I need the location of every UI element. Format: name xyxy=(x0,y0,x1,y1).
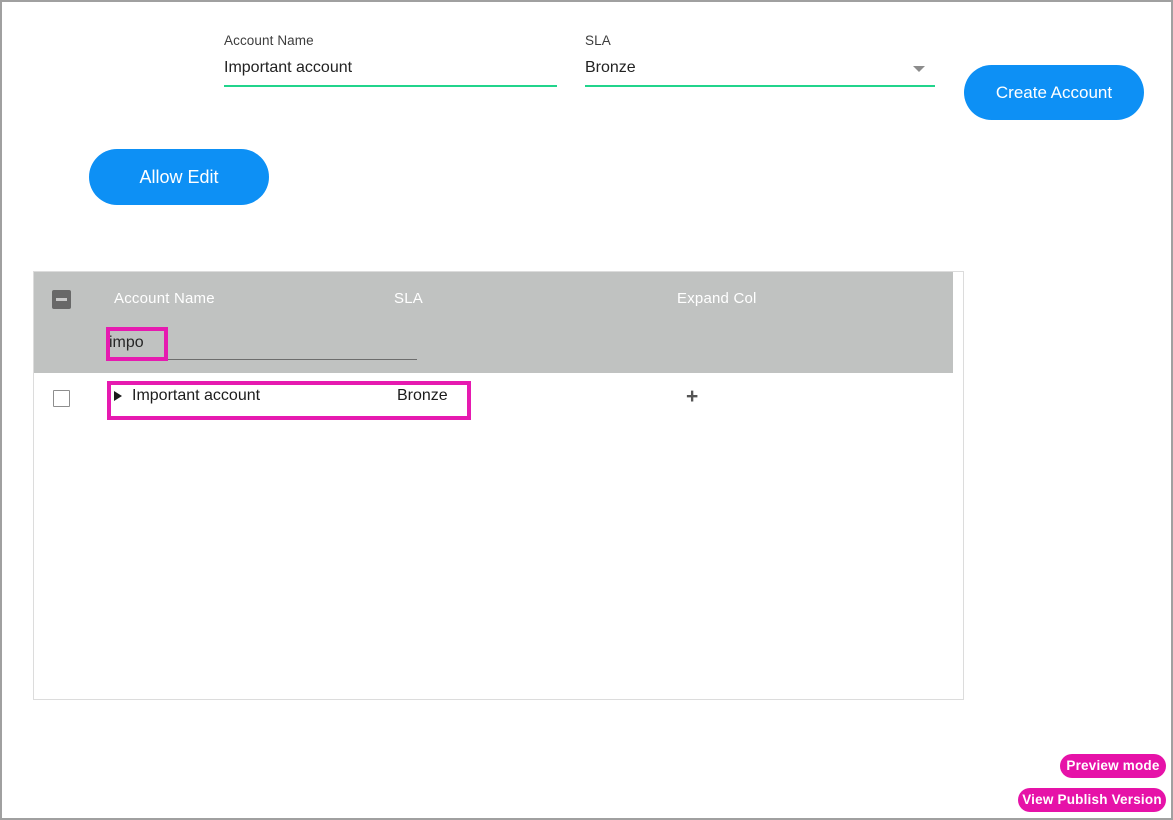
create-account-button[interactable]: Create Account xyxy=(964,65,1144,120)
cell-account-name: Important account xyxy=(114,387,260,405)
sla-select-wrap[interactable]: Bronze xyxy=(585,55,935,87)
account-name-input[interactable] xyxy=(224,55,557,85)
table-row[interactable]: Important account Bronze + xyxy=(34,373,963,425)
sla-field-group: SLA Bronze xyxy=(585,32,935,87)
column-header-expand-col[interactable]: Expand Col xyxy=(677,290,757,307)
expand-col-plus-icon[interactable]: + xyxy=(686,385,698,409)
account-name-label: Account Name xyxy=(224,33,314,48)
column-header-account-name[interactable]: Account Name xyxy=(114,290,215,307)
app-canvas: Account Name SLA Bronze Create Account A… xyxy=(0,0,1173,820)
account-name-field-group: Account Name xyxy=(224,32,557,87)
sla-selected-value[interactable]: Bronze xyxy=(585,55,935,85)
view-publish-version-badge[interactable]: View Publish Version xyxy=(1018,788,1166,812)
grid-header: Account Name SLA Expand Col xyxy=(34,272,953,373)
sla-label: SLA xyxy=(585,33,611,48)
grid-body: Important account Bronze + xyxy=(34,373,963,699)
select-all-checkbox[interactable] xyxy=(52,290,71,309)
row-select-checkbox[interactable] xyxy=(53,390,70,407)
column-header-sla[interactable]: SLA xyxy=(394,290,423,307)
account-name-filter-cell xyxy=(107,330,417,364)
chevron-down-icon[interactable] xyxy=(913,66,925,72)
account-name-filter-input[interactable] xyxy=(107,330,417,360)
create-account-form: Account Name SLA Bronze Create Account xyxy=(2,32,1171,120)
expand-row-triangle-icon[interactable] xyxy=(114,391,122,401)
account-name-input-wrap xyxy=(224,55,557,87)
allow-edit-button[interactable]: Allow Edit xyxy=(89,149,269,205)
cell-sla: Bronze xyxy=(397,387,448,404)
accounts-grid: Account Name SLA Expand Col Important ac… xyxy=(33,271,964,700)
account-name-value: Important account xyxy=(132,387,261,404)
preview-mode-badge[interactable]: Preview mode xyxy=(1060,754,1166,778)
